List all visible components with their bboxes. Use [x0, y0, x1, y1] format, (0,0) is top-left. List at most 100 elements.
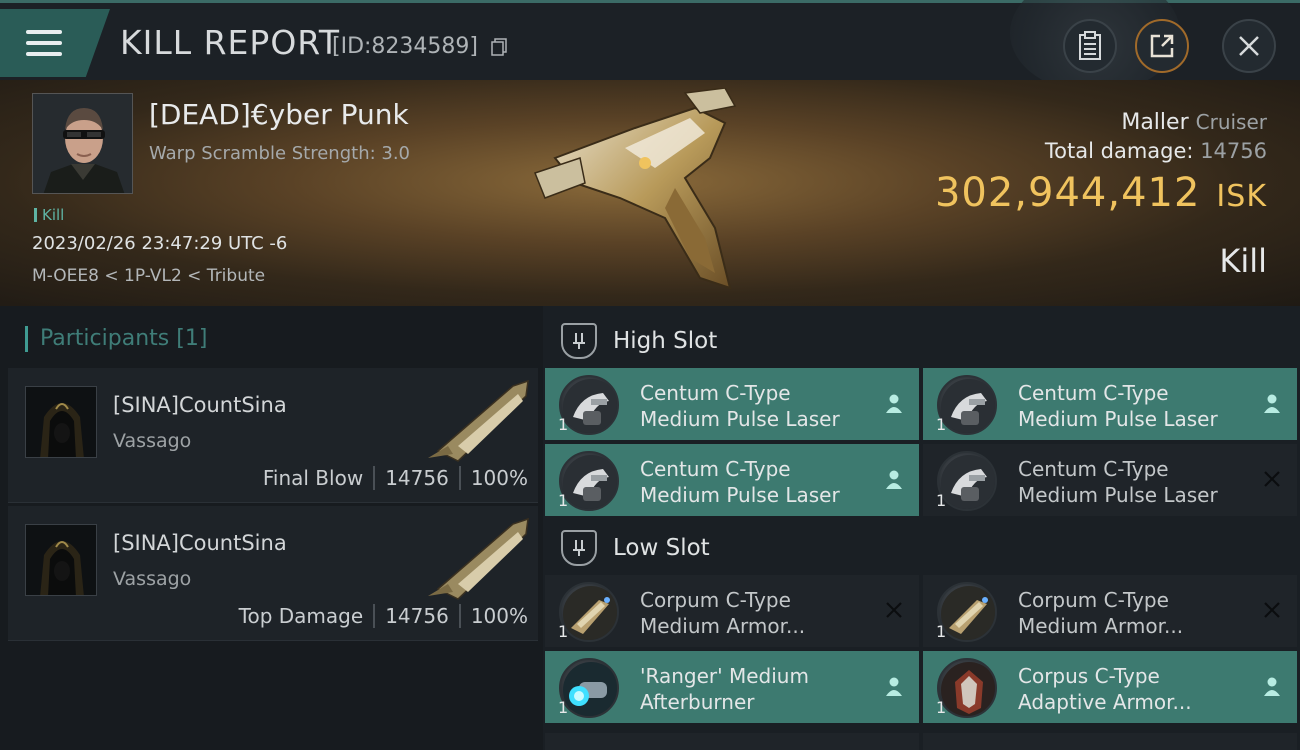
page-title: KILL REPORT	[120, 23, 340, 62]
participant-damage: 14756	[385, 466, 449, 490]
stat-divider	[373, 466, 376, 490]
module-quantity: 1	[558, 698, 569, 717]
module-name-line1: Centum C-Type	[1018, 381, 1169, 405]
participant-name: [SINA]CountSina	[113, 393, 287, 417]
module-name-line1: Corpum C-Type	[640, 588, 791, 612]
module-name: Centum C-Type Medium Pulse Laser	[640, 456, 840, 508]
module-tile[interactable]: 1 Centum C-Type Medium Pulse Laser	[545, 444, 919, 516]
participant-avatar	[25, 386, 97, 458]
module-name: Centum C-Type Medium Pulse Laser	[640, 380, 840, 432]
module-name-line2: Medium Pulse Laser	[640, 407, 840, 431]
victim-avatar[interactable]	[32, 93, 133, 194]
module-name-line2: Medium Pulse Laser	[1018, 407, 1218, 431]
module-tile[interactable]: 1 'Ranger' Medium Afterburner	[545, 651, 919, 723]
participant-percent: 100%	[470, 466, 528, 490]
victim-banner: [DEAD]€yber Punk Warp Scramble Strength:…	[0, 80, 1300, 306]
module-name: Centum C-Type Medium Pulse Laser	[1018, 456, 1218, 508]
copy-icon[interactable]	[491, 38, 507, 56]
participant-avatar	[25, 524, 97, 596]
victim-ship-render[interactable]	[525, 88, 765, 303]
module-name-line1: 'Ranger' Medium	[640, 664, 809, 688]
low-slot-icon	[561, 530, 597, 566]
module-name: Corpus C-Type Adaptive Armor...	[1018, 663, 1192, 715]
victim-name[interactable]: [DEAD]€yber Punk	[149, 98, 409, 131]
share-button[interactable]	[1135, 19, 1189, 73]
module-quantity: 1	[936, 698, 947, 717]
module-quantity: 1	[558, 415, 569, 434]
module-tile[interactable]: 1 Corpus C-Type Adaptive Armor...	[923, 651, 1297, 723]
module-quantity: 1	[936, 491, 947, 510]
clipboard-button[interactable]	[1063, 19, 1117, 73]
dropped-icon	[886, 394, 902, 413]
victim-ship-name: Maller	[1121, 110, 1189, 135]
participant-ship: Vassago	[113, 568, 192, 590]
destroyed-icon	[1264, 471, 1280, 487]
high-slot-icon	[561, 323, 597, 359]
high-slot-header: High Slot	[543, 310, 1300, 372]
close-button[interactable]	[1222, 19, 1276, 73]
participant-percent: 100%	[470, 604, 528, 628]
low-slot-header: Low Slot	[543, 517, 1300, 579]
top-bar: KILL REPORT [ID:8234589]	[0, 0, 1300, 93]
module-name-line1: Corpum C-Type	[1018, 588, 1169, 612]
kill-timestamp: 2023/02/26 23:47:29 UTC -6	[32, 233, 288, 254]
hooded-portrait	[26, 525, 96, 595]
participant-ship-render	[428, 379, 529, 462]
module-tile[interactable]: 1 Centum C-Type Medium Pulse Laser	[923, 444, 1297, 516]
module-quantity: 1	[936, 415, 947, 434]
module-name: Corpum C-Type Medium Armor...	[640, 587, 805, 639]
stat-divider	[373, 604, 376, 628]
module-quantity: 1	[558, 622, 569, 641]
kill-location[interactable]: M-OEE8 < 1P-VL2 < Tribute	[32, 266, 265, 286]
clipboard-icon	[1079, 31, 1101, 60]
module-name-line2: Medium Armor...	[640, 614, 806, 638]
low-slot-label: Low Slot	[613, 535, 710, 561]
module-name-line1: Centum C-Type	[640, 381, 791, 405]
participant-card[interactable]: [SINA]CountSina Vassago Top Damage 14756…	[8, 506, 538, 641]
participants-title: Participants	[40, 326, 170, 351]
menu-button[interactable]	[0, 9, 110, 77]
isk-value: 302,944,412 ISK	[935, 170, 1267, 216]
kill-result: Kill	[1219, 242, 1267, 280]
participant-damage: 14756	[385, 604, 449, 628]
dropped-icon	[1264, 677, 1280, 696]
victim-ship-class: Cruiser	[1195, 110, 1267, 134]
victim-ship[interactable]: Maller Cruiser	[1121, 110, 1267, 135]
participant-name: [SINA]CountSina	[113, 531, 287, 555]
module-tile[interactable]: 1 Corpum C-Type Medium Armor...	[923, 575, 1297, 647]
participants-panel: Participants [1] [SINA]CountSina Vassago…	[0, 306, 543, 750]
module-tile[interactable]: 1 Corpum C-Type Medium Armor...	[545, 575, 919, 647]
participant-ship-render	[428, 517, 529, 600]
participant-stats: Top Damage 14756 100%	[239, 604, 528, 628]
dropped-icon	[1264, 394, 1280, 413]
module-slot-partial[interactable]	[923, 733, 1297, 750]
isk-unit: ISK	[1216, 179, 1267, 214]
hooded-portrait	[26, 387, 96, 457]
destroyed-icon	[886, 602, 902, 618]
participant-role: Final Blow	[262, 466, 364, 490]
participant-ship: Vassago	[113, 430, 192, 452]
total-damage: Total damage: 14756	[1045, 139, 1267, 163]
module-tile[interactable]: 1 Centum C-Type Medium Pulse Laser	[545, 368, 919, 440]
victim-portrait	[33, 94, 132, 193]
module-name: Corpum C-Type Medium Armor...	[1018, 587, 1183, 639]
module-name: 'Ranger' Medium Afterburner	[640, 663, 809, 715]
module-slot-partial[interactable]	[545, 733, 919, 750]
module-quantity: 1	[936, 622, 947, 641]
stat-divider	[458, 466, 461, 490]
module-name-line2: Medium Pulse Laser	[1018, 483, 1218, 507]
dropped-icon	[886, 470, 902, 489]
hamburger-icon	[26, 30, 62, 56]
module-tile[interactable]: 1 Centum C-Type Medium Pulse Laser	[923, 368, 1297, 440]
participants-header: Participants [1]	[24, 326, 208, 352]
module-name-line2: Medium Armor...	[1018, 614, 1184, 638]
participant-role: Top Damage	[238, 604, 364, 628]
high-slot-label: High Slot	[613, 328, 718, 354]
isk-amount: 302,944,412	[934, 170, 1201, 216]
kill-tag: Kill	[34, 206, 64, 224]
participant-card[interactable]: [SINA]CountSina Vassago Final Blow 14756…	[8, 368, 538, 503]
share-icon	[1150, 34, 1174, 58]
warp-scramble-strength: Warp Scramble Strength: 3.0	[149, 143, 411, 164]
participants-count: [1]	[176, 326, 208, 351]
module-quantity: 1	[558, 491, 569, 510]
